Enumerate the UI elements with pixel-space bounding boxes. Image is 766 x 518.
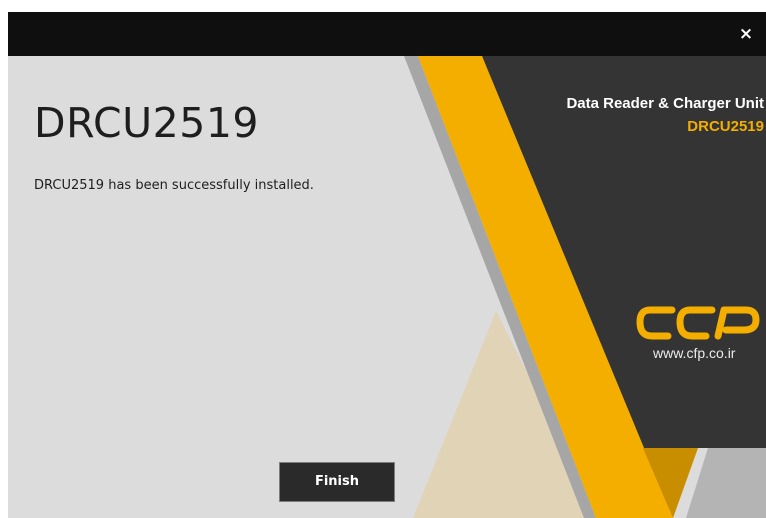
- finish-button[interactable]: Finish: [279, 462, 395, 502]
- product-title: Data Reader & Charger Unit: [566, 95, 764, 112]
- product-model: DRCU2519: [687, 118, 764, 135]
- website-url: www.cfp.co.ir: [653, 345, 736, 361]
- title-bar: ×: [8, 12, 766, 56]
- installer-window: × DRCU2519 DRCU2519 has been successfull…: [8, 12, 766, 518]
- grey-corner: [686, 448, 766, 518]
- page-title: DRCU2519: [34, 99, 259, 147]
- close-button[interactable]: ×: [732, 20, 760, 48]
- close-icon: ×: [738, 24, 754, 44]
- cfp-logo-icon: [636, 306, 760, 340]
- status-message: DRCU2519 has been successfully installed…: [34, 178, 314, 193]
